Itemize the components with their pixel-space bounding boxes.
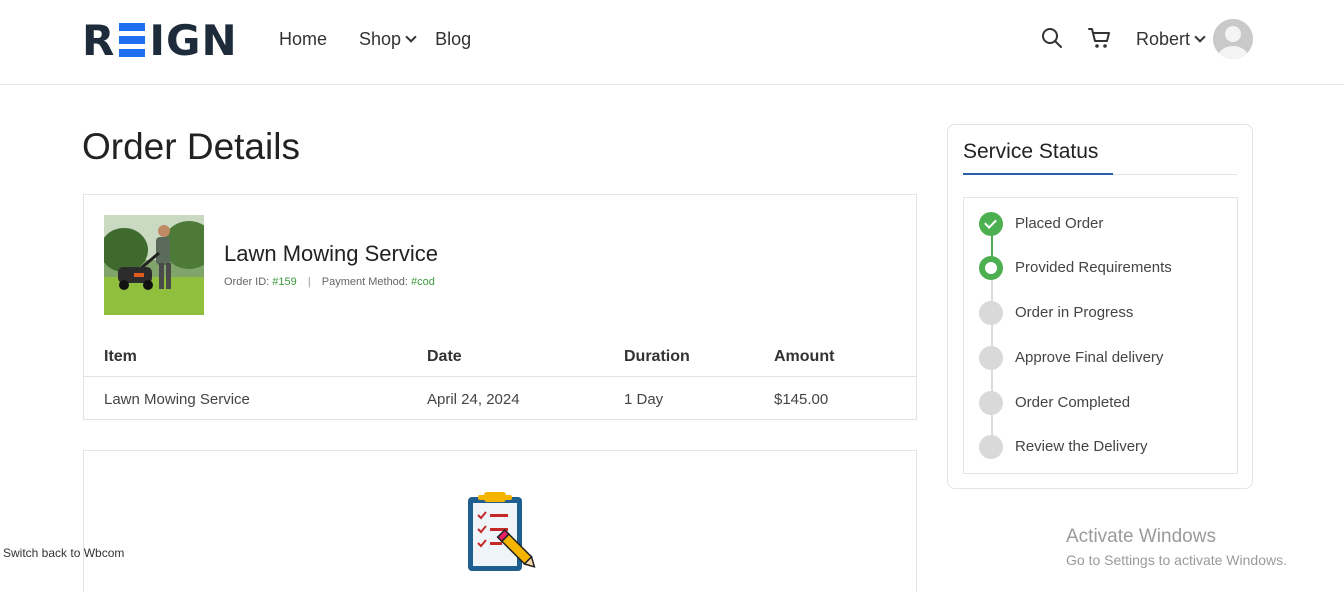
status-step-provided-requirements: Provided Requirements — [979, 256, 1229, 282]
current-step-ring-icon — [979, 256, 1003, 280]
title-divider — [963, 173, 1237, 175]
order-table-header: Item Date Duration Amount — [84, 335, 916, 377]
logo-letters-ign: IGN — [149, 15, 238, 65]
switch-back-link[interactable]: Switch back to Wbcom — [3, 546, 124, 560]
reign-logo[interactable]: R IGN — [82, 16, 238, 65]
nav-home[interactable]: Home — [279, 27, 327, 51]
pending-dot-icon — [979, 435, 1003, 459]
main-nav: Home Shop Blog — [279, 27, 471, 51]
meta-divider: | — [307, 276, 311, 288]
clipboard-checklist-icon — [468, 492, 536, 571]
column-header-item: Item — [104, 348, 137, 365]
status-step-approve-final-delivery: Approve Final delivery — [979, 346, 1229, 372]
cell-date: April 24, 2024 — [427, 391, 520, 408]
user-name: Robert — [1136, 29, 1191, 49]
column-header-date: Date — [427, 348, 462, 365]
logo-e-mark — [119, 23, 146, 57]
activate-windows-title: Activate Windows — [1066, 526, 1216, 547]
status-step-label: Order in Progress — [1015, 304, 1134, 321]
activate-windows-watermark: Activate Windows Go to Settings to activ… — [1066, 526, 1287, 568]
check-circle-icon — [979, 212, 1003, 236]
service-status-title: Service Status — [963, 140, 1099, 163]
nav-shop-label: Shop — [359, 28, 402, 49]
table-row: Lawn Mowing Service April 24, 2024 1 Day… — [84, 378, 916, 420]
order-card: Lawn Mowing Service Order ID: #159 | Pay… — [83, 194, 917, 420]
chevron-down-icon — [1194, 31, 1206, 43]
requirements-card — [83, 450, 917, 592]
status-step-label: Provided Requirements — [1015, 259, 1172, 276]
user-menu[interactable]: Robert — [1136, 29, 1206, 50]
site-header: R IGN Home Shop Blog Robert — [0, 0, 1344, 85]
activate-windows-subtitle: Go to Settings to activate Windows. — [1066, 552, 1287, 568]
column-header-amount: Amount — [774, 348, 835, 365]
column-header-duration: Duration — [624, 348, 690, 365]
product-title: Lawn Mowing Service — [224, 241, 438, 266]
pending-dot-icon — [979, 346, 1003, 370]
pending-dot-icon — [979, 391, 1003, 415]
status-step-label: Placed Order — [1015, 215, 1104, 232]
service-status-card: Service Status Placed Order Provided Req… — [947, 124, 1253, 489]
chevron-down-icon — [405, 30, 417, 43]
pending-dot-icon — [979, 301, 1003, 325]
status-steps: Placed Order Provided Requirements Order… — [963, 197, 1238, 474]
status-step-order-in-progress: Order in Progress — [979, 301, 1229, 327]
avatar[interactable] — [1213, 19, 1253, 59]
status-step-order-completed: Order Completed — [979, 391, 1229, 417]
payment-method-label: Payment Method: — [321, 276, 408, 288]
cell-item: Lawn Mowing Service — [104, 391, 250, 408]
order-id-value: #159 — [272, 276, 297, 288]
nav-blog[interactable]: Blog — [435, 27, 471, 51]
status-step-placed-order: Placed Order — [979, 212, 1229, 238]
cell-amount: $145.00 — [774, 391, 829, 408]
search-icon[interactable] — [1041, 27, 1063, 49]
page-title: Order Details — [82, 126, 300, 167]
logo-letter-r: R — [82, 15, 116, 65]
product-image — [104, 215, 204, 315]
order-id-label: Order ID: — [224, 276, 270, 288]
status-step-review-the-delivery: Review the Delivery — [979, 435, 1229, 461]
nav-shop[interactable]: Shop — [359, 27, 417, 51]
nav-blog-label: Blog — [435, 28, 472, 49]
cart-icon[interactable] — [1088, 27, 1112, 49]
status-step-label: Order Completed — [1015, 394, 1131, 411]
status-step-label: Review the Delivery — [1015, 438, 1148, 455]
payment-method-value: #cod — [411, 276, 435, 288]
status-step-label: Approve Final delivery — [1015, 349, 1164, 366]
user-silhouette-icon — [1213, 19, 1253, 59]
nav-home-label: Home — [279, 28, 328, 49]
cell-duration: 1 Day — [624, 391, 664, 408]
order-meta: Order ID: #159 | Payment Method: #cod — [224, 276, 435, 288]
